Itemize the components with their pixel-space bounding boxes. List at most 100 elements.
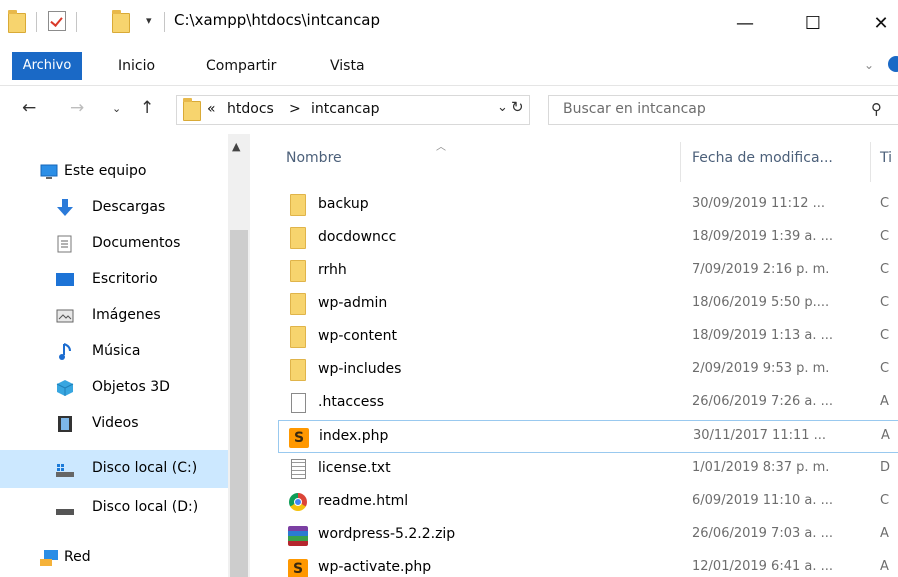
folder-icon bbox=[183, 98, 201, 121]
properties-check-icon[interactable] bbox=[48, 11, 66, 31]
scrollbar-thumb[interactable] bbox=[230, 230, 248, 577]
file-name: wp-includes bbox=[318, 361, 402, 377]
file-row[interactable]: wp-admin 18/06/2019 5:50 p.... C bbox=[278, 288, 898, 321]
desktop-icon bbox=[56, 272, 74, 288]
file-row-focused[interactable]: S index.php 30/11/2017 11:11 ... A bbox=[278, 420, 898, 453]
breadcrumb-intcancap[interactable]: intcancap bbox=[311, 101, 380, 117]
column-header-date[interactable]: Fecha de modifica... bbox=[692, 134, 872, 186]
file-row[interactable]: rrhh 7/09/2019 2:16 p. m. C bbox=[278, 255, 898, 288]
network-icon bbox=[40, 550, 58, 566]
nav-item-disco-local-d[interactable]: Disco local (D:) bbox=[0, 490, 228, 526]
folder-icon bbox=[290, 194, 306, 216]
file-date: 30/11/2017 11:11 ... bbox=[693, 428, 827, 443]
file-row[interactable]: S wp-activate.php 12/01/2019 6:41 a. ...… bbox=[278, 552, 898, 577]
document-icon bbox=[56, 235, 74, 253]
tab-compartir[interactable]: Compartir bbox=[206, 52, 276, 80]
file-row[interactable]: readme.html 6/09/2019 11:10 a. ... C bbox=[278, 486, 898, 519]
breadcrumb-htdocs[interactable]: htdocs bbox=[227, 101, 274, 117]
blank-file-icon bbox=[291, 393, 306, 413]
file-row[interactable]: backup 30/09/2019 11:12 ... C bbox=[278, 189, 898, 222]
file-name: index.php bbox=[319, 428, 389, 444]
windows-drive-icon bbox=[56, 462, 74, 478]
file-name: wp-admin bbox=[318, 295, 388, 311]
tab-archivo[interactable]: Archivo bbox=[12, 52, 82, 80]
address-toolbar: ← → ⌄ ↑ « htdocs > intcancap ⌄ ↻ Buscar … bbox=[0, 86, 898, 134]
nav-label: Descargas bbox=[92, 199, 166, 215]
file-row[interactable]: wp-includes 2/09/2019 9:53 p. m. C bbox=[278, 354, 898, 387]
file-row[interactable]: wp-content 18/09/2019 1:13 a. ... C bbox=[278, 321, 898, 354]
file-date: 18/06/2019 5:50 p.... bbox=[692, 295, 830, 310]
nav-item-musica[interactable]: Música bbox=[0, 334, 228, 370]
title-bar: ▾ C:\xampp\htdocs\intcancap — ☐ ✕ bbox=[0, 0, 898, 46]
customize-toolbar-arrow-icon[interactable]: ▾ bbox=[146, 14, 152, 27]
recent-locations-chevron-icon[interactable]: ⌄ bbox=[112, 102, 121, 115]
ribbon-tabs: Archivo Inicio Compartir Vista ⌄ bbox=[0, 46, 898, 86]
monitor-icon bbox=[40, 164, 58, 180]
nav-item-escritorio[interactable]: Escritorio bbox=[0, 262, 228, 298]
expand-ribbon-chevron-icon[interactable]: ⌄ bbox=[864, 58, 874, 72]
nav-label: Disco local (C:) bbox=[92, 460, 198, 476]
search-box[interactable]: Buscar en intcancap ⚲ bbox=[548, 95, 898, 125]
column-divider[interactable] bbox=[870, 142, 871, 182]
nav-label: Disco local (D:) bbox=[92, 499, 199, 515]
nav-label: Documentos bbox=[92, 235, 181, 251]
file-name: readme.html bbox=[318, 493, 409, 509]
file-row[interactable]: license.txt 1/01/2019 8:37 p. m. D bbox=[278, 453, 898, 486]
file-type: A bbox=[880, 526, 889, 541]
picture-icon bbox=[56, 308, 74, 324]
file-name: backup bbox=[318, 196, 369, 212]
window-title: C:\xampp\htdocs\intcancap bbox=[174, 11, 381, 29]
breadcrumb-separator[interactable]: > bbox=[289, 101, 301, 117]
nav-item-documentos[interactable]: Documentos bbox=[0, 226, 228, 262]
maximize-button[interactable]: ☐ bbox=[790, 0, 836, 46]
refresh-icon[interactable]: ↻ bbox=[511, 98, 524, 116]
folder-icon bbox=[290, 326, 306, 348]
file-date: 18/09/2019 1:13 a. ... bbox=[692, 328, 834, 343]
divider bbox=[76, 12, 77, 32]
breadcrumb-overflow[interactable]: « bbox=[207, 101, 216, 117]
nav-item-objetos-3d[interactable]: Objetos 3D bbox=[0, 370, 228, 406]
folder-icon bbox=[290, 359, 306, 381]
file-row[interactable]: docdowncc 18/09/2019 1:39 a. ... C bbox=[278, 222, 898, 255]
file-name: wp-activate.php bbox=[318, 559, 432, 575]
address-dropdown-chevron-icon[interactable]: ⌄ bbox=[497, 100, 508, 115]
scroll-up-arrow-icon[interactable]: ▲ bbox=[232, 140, 240, 153]
nav-label: Escritorio bbox=[92, 271, 158, 287]
help-icon[interactable] bbox=[888, 56, 898, 72]
address-bar[interactable]: « htdocs > intcancap ⌄ ↻ bbox=[176, 95, 530, 125]
tab-inicio[interactable]: Inicio bbox=[118, 52, 155, 80]
file-type: C bbox=[880, 328, 890, 343]
file-type: C bbox=[880, 493, 890, 508]
nav-item-este-equipo[interactable]: Este equipo bbox=[0, 154, 228, 190]
nav-item-descargas[interactable]: Descargas bbox=[0, 190, 228, 226]
column-header-type[interactable]: Ti bbox=[880, 134, 898, 186]
folder-icon bbox=[290, 293, 306, 315]
back-arrow-icon[interactable]: ← bbox=[22, 98, 36, 118]
column-divider[interactable] bbox=[680, 142, 681, 182]
nav-label: Imágenes bbox=[92, 307, 161, 323]
file-date: 26/06/2019 7:03 a. ... bbox=[692, 526, 834, 541]
up-arrow-icon[interactable]: ↑ bbox=[140, 98, 154, 118]
navpane-scrollbar[interactable]: ▲ bbox=[228, 134, 250, 577]
forward-arrow-icon[interactable]: → bbox=[70, 98, 84, 118]
file-row[interactable]: wordpress-5.2.2.zip 26/06/2019 7:03 a. .… bbox=[278, 519, 898, 552]
nav-item-videos[interactable]: Videos bbox=[0, 406, 228, 442]
navigation-pane: Este equipo Descargas Documentos Escrito… bbox=[0, 134, 228, 577]
film-icon bbox=[56, 416, 74, 432]
column-label: Ti bbox=[880, 150, 893, 166]
search-icon[interactable]: ⚲ bbox=[871, 100, 882, 118]
nav-label: Música bbox=[92, 343, 141, 359]
new-folder-icon[interactable] bbox=[112, 10, 130, 33]
file-row[interactable]: .htaccess 26/06/2019 7:26 a. ... A bbox=[278, 387, 898, 420]
tab-vista[interactable]: Vista bbox=[330, 52, 365, 80]
search-input[interactable]: Buscar en intcancap bbox=[563, 101, 706, 117]
column-header-name[interactable]: Nombre bbox=[286, 134, 686, 186]
minimize-button[interactable]: — bbox=[722, 0, 768, 46]
nav-item-red[interactable]: Red bbox=[0, 540, 228, 576]
close-button[interactable]: ✕ bbox=[858, 0, 898, 46]
file-name: docdowncc bbox=[318, 229, 397, 245]
file-type: A bbox=[880, 559, 889, 574]
nav-item-disco-local-c[interactable]: Disco local (C:) bbox=[0, 450, 228, 488]
music-note-icon bbox=[56, 343, 74, 360]
nav-item-imagenes[interactable]: Imágenes bbox=[0, 298, 228, 334]
